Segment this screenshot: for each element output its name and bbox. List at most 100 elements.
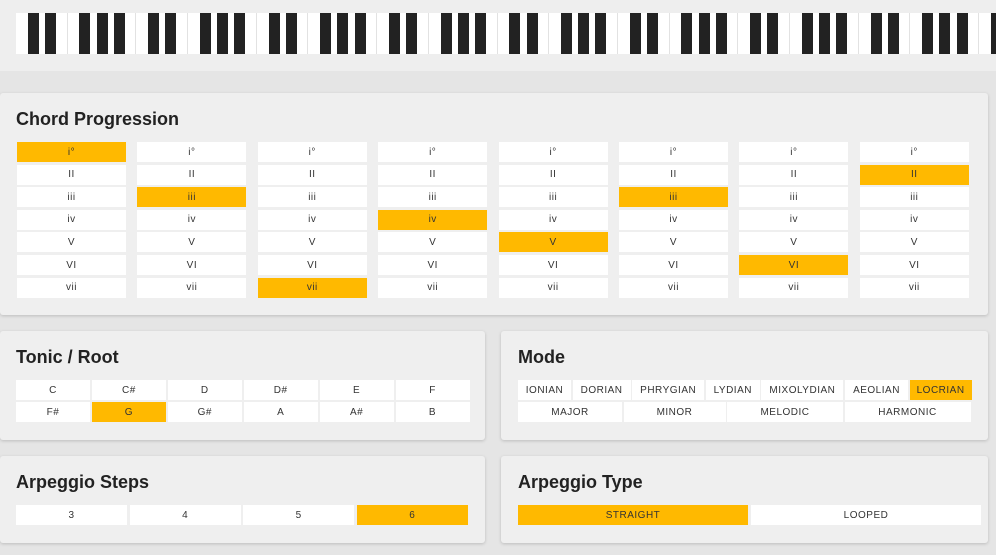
black-key[interactable]	[990, 13, 996, 54]
black-key[interactable]	[96, 13, 108, 54]
chord-degree-button[interactable]: V	[378, 232, 488, 253]
chord-degree-button[interactable]: i°	[619, 142, 728, 162]
mode-button[interactable]: LOCRIAN	[909, 380, 972, 400]
chord-degree-button[interactable]: V	[739, 232, 849, 253]
chord-degree-button[interactable]: vii	[498, 277, 608, 298]
black-key[interactable]	[113, 13, 125, 54]
black-key[interactable]	[440, 13, 452, 54]
black-key[interactable]	[681, 13, 693, 54]
tonic-note-button[interactable]: A	[243, 402, 318, 422]
chord-degree-button[interactable]: V	[619, 232, 728, 253]
tonic-note-button[interactable]: D	[167, 380, 242, 400]
tonic-note-button[interactable]: C	[16, 380, 90, 400]
black-key[interactable]	[509, 13, 521, 54]
chord-degree-button[interactable]: iv	[859, 209, 969, 230]
chord-degree-button[interactable]: iv	[17, 209, 126, 230]
black-key[interactable]	[939, 13, 951, 54]
mode-button[interactable]: DORIAN	[572, 380, 631, 400]
black-key[interactable]	[320, 13, 332, 54]
mode-button[interactable]: PHRYGIAN	[632, 380, 705, 400]
chord-degree-button[interactable]: iii	[619, 187, 728, 208]
chord-degree-button[interactable]: II	[498, 164, 608, 185]
black-key[interactable]	[870, 13, 882, 54]
black-key[interactable]	[578, 13, 590, 54]
chord-degree-button[interactable]: vii	[257, 277, 367, 298]
black-key[interactable]	[526, 13, 538, 54]
chord-degree-button[interactable]: iv	[739, 209, 849, 230]
chord-degree-button[interactable]: iv	[257, 209, 367, 230]
scale-button[interactable]: MELODIC	[727, 402, 843, 422]
black-key[interactable]	[285, 13, 297, 54]
chord-degree-button[interactable]: i°	[137, 142, 247, 162]
chord-degree-button[interactable]: VI	[498, 255, 608, 275]
black-key[interactable]	[887, 13, 899, 54]
black-key[interactable]	[698, 13, 710, 54]
chord-degree-button[interactable]: iii	[498, 187, 608, 208]
black-key[interactable]	[956, 13, 968, 54]
chord-degree-button[interactable]: iii	[17, 187, 126, 208]
tonic-note-button[interactable]: C#	[91, 380, 166, 400]
chord-degree-button[interactable]: II	[17, 164, 126, 185]
black-key[interactable]	[457, 13, 469, 54]
tonic-note-button[interactable]: F#	[16, 402, 90, 422]
chord-degree-button[interactable]: i°	[17, 142, 126, 162]
mode-button[interactable]: MIXOLYDIAN	[761, 380, 844, 400]
chord-degree-button[interactable]: VI	[619, 255, 728, 275]
tonic-note-button[interactable]: E	[319, 380, 394, 400]
black-key[interactable]	[767, 13, 779, 54]
chord-degree-button[interactable]: VI	[257, 255, 367, 275]
arpeggio-type-button[interactable]: LOOPED	[751, 505, 981, 525]
black-key[interactable]	[337, 13, 349, 54]
black-key[interactable]	[79, 13, 91, 54]
chord-degree-button[interactable]: iii	[137, 187, 247, 208]
chord-degree-button[interactable]: iv	[619, 209, 728, 230]
black-key[interactable]	[165, 13, 177, 54]
chord-degree-button[interactable]: vii	[17, 277, 126, 298]
chord-degree-button[interactable]: iii	[739, 187, 849, 208]
chord-degree-button[interactable]: VI	[859, 255, 969, 275]
chord-degree-button[interactable]: iii	[378, 187, 488, 208]
tonic-note-button[interactable]: F	[395, 380, 470, 400]
black-key[interactable]	[27, 13, 39, 54]
chord-degree-button[interactable]: V	[498, 232, 608, 253]
chord-degree-button[interactable]: V	[137, 232, 247, 253]
chord-degree-button[interactable]: iv	[378, 209, 488, 230]
scale-button[interactable]: MAJOR	[518, 402, 622, 422]
chord-degree-button[interactable]: VI	[17, 255, 126, 275]
tonic-note-button[interactable]: A#	[319, 402, 394, 422]
chord-degree-button[interactable]: iii	[257, 187, 367, 208]
tonic-note-button[interactable]: G#	[167, 402, 242, 422]
black-key[interactable]	[354, 13, 366, 54]
black-key[interactable]	[474, 13, 486, 54]
chord-degree-button[interactable]: II	[739, 164, 849, 185]
tonic-note-button[interactable]: D#	[243, 380, 318, 400]
black-key[interactable]	[406, 13, 418, 54]
arpeggio-step-button[interactable]: 4	[129, 505, 241, 525]
arpeggio-step-button[interactable]: 6	[356, 505, 468, 525]
black-key[interactable]	[629, 13, 641, 54]
chord-degree-button[interactable]: vii	[739, 277, 849, 298]
chord-degree-button[interactable]: V	[257, 232, 367, 253]
black-key[interactable]	[836, 13, 848, 54]
tonic-note-button[interactable]: B	[395, 402, 470, 422]
black-key[interactable]	[922, 13, 934, 54]
black-key[interactable]	[148, 13, 160, 54]
black-key[interactable]	[750, 13, 762, 54]
chord-degree-button[interactable]: vii	[619, 277, 728, 298]
black-key[interactable]	[818, 13, 830, 54]
mode-button[interactable]: LYDIAN	[705, 380, 760, 400]
chord-degree-button[interactable]: II	[137, 164, 247, 185]
chord-degree-button[interactable]: i°	[378, 142, 488, 162]
mode-button[interactable]: IONIAN	[518, 380, 571, 400]
chord-degree-button[interactable]: i°	[498, 142, 608, 162]
chord-degree-button[interactable]: iv	[137, 209, 247, 230]
chord-degree-button[interactable]: VI	[739, 255, 849, 275]
arpeggio-step-button[interactable]: 5	[243, 505, 355, 525]
black-key[interactable]	[646, 13, 658, 54]
mode-button[interactable]: AEOLIAN	[845, 380, 908, 400]
chord-degree-button[interactable]: II	[378, 164, 488, 185]
chord-degree-button[interactable]: i°	[859, 142, 969, 162]
black-key[interactable]	[715, 13, 727, 54]
chord-degree-button[interactable]: i°	[739, 142, 849, 162]
chord-degree-button[interactable]: vii	[378, 277, 488, 298]
